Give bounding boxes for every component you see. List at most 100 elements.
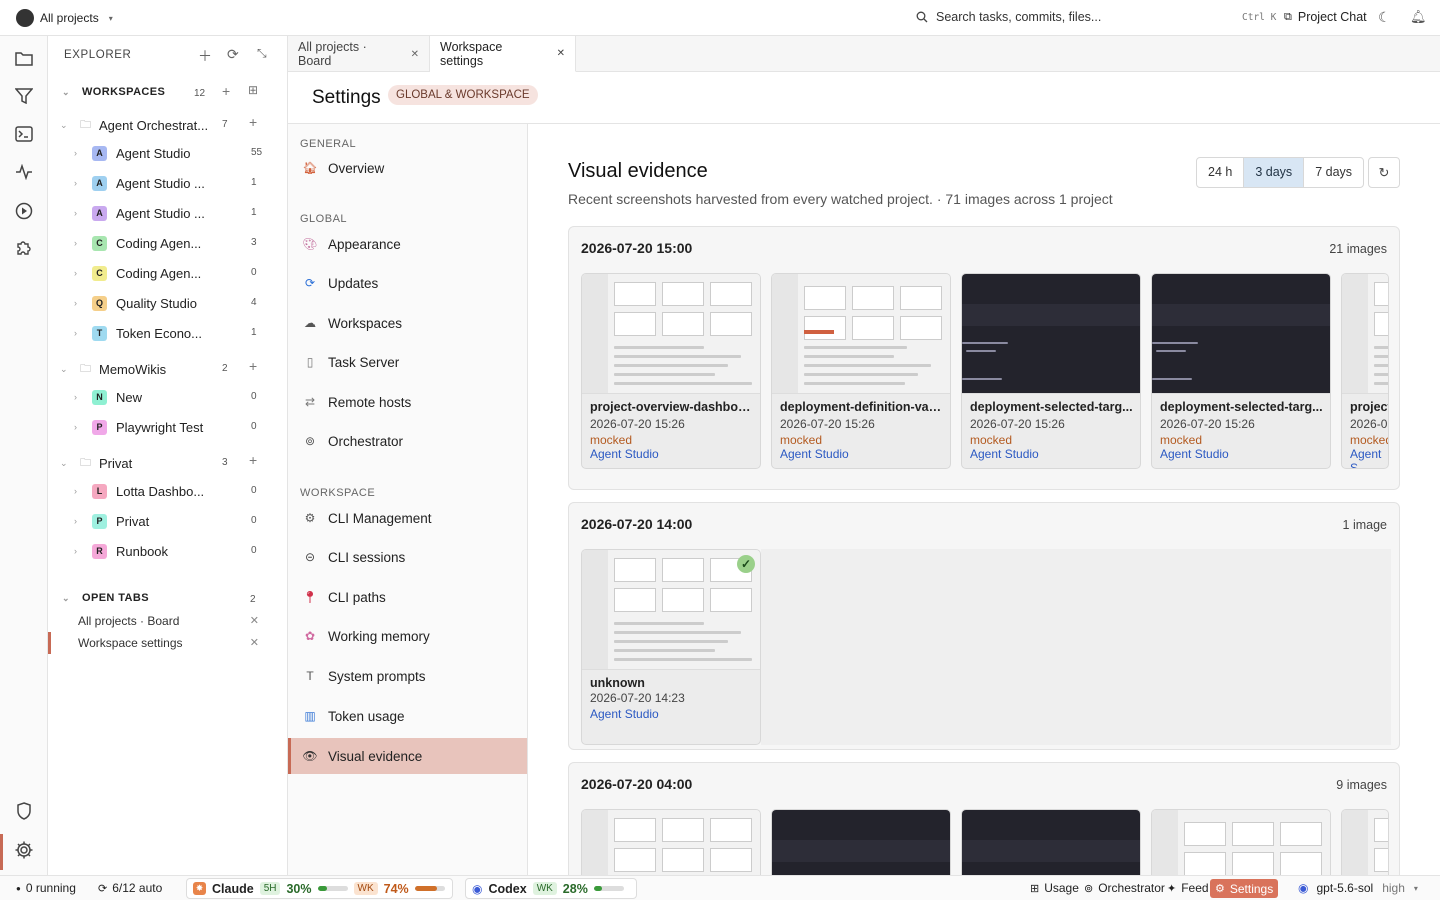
nav-item-overview[interactable]: 🏠︎ Overview bbox=[288, 150, 527, 186]
nav-item-orchestrator[interactable]: ⊚ Orchestrator bbox=[288, 423, 527, 459]
collapse-icon[interactable]: ⤡ bbox=[257, 46, 267, 61]
running-status[interactable]: ● 0 running bbox=[16, 881, 76, 895]
nav-item-updates[interactable]: ⟳ Updates bbox=[288, 265, 527, 301]
range-option[interactable]: 7 days bbox=[1304, 158, 1363, 187]
add-icon[interactable]: ＋ bbox=[198, 46, 212, 66]
close-icon[interactable]: ✕ bbox=[250, 632, 259, 654]
evidence-card[interactable] bbox=[771, 809, 951, 875]
nav-item-cli-sessions[interactable]: ⊝ CLI sessions bbox=[288, 539, 527, 575]
shield-icon[interactable] bbox=[13, 802, 35, 824]
workspace-item[interactable]: › C Coding Agen... bbox=[74, 263, 201, 283]
workspace-item[interactable]: › P Privat bbox=[74, 511, 149, 531]
workspace-group[interactable]: ⌄ 🗀 Agent Orchestrat... bbox=[60, 116, 208, 135]
nav-item-cli-paths[interactable]: 📍︎ CLI paths bbox=[288, 579, 527, 615]
workspace-group[interactable]: ⌄ 🗀 Privat bbox=[60, 454, 132, 473]
workspace-item[interactable]: › C Coding Agen... bbox=[74, 233, 201, 253]
card-project-link[interactable]: Agent Studio bbox=[970, 447, 1039, 461]
activity-icon[interactable] bbox=[13, 163, 35, 186]
evidence-card[interactable]: ✓ unknown 2026-07-20 14:23 Agent Studio bbox=[581, 549, 761, 745]
add-project-icon[interactable]: + bbox=[249, 452, 257, 468]
nav-item-token-usage[interactable]: ▥ Token usage bbox=[288, 698, 527, 734]
screenshot-thumbnail[interactable] bbox=[962, 274, 1140, 394]
open-tabs-section-header[interactable]: ⌄ OPEN TABS bbox=[62, 592, 149, 604]
nav-item-system-prompts[interactable]: T System prompts bbox=[288, 658, 527, 694]
evidence-card[interactable]: deployment-definition-vali... 2026-07-20 … bbox=[771, 273, 951, 469]
evidence-card[interactable]: project-overview-dashboa... 2026-07-20 15… bbox=[581, 273, 761, 469]
nav-item-appearance[interactable]: 🎨︎ Appearance bbox=[288, 226, 527, 262]
workspace-item[interactable]: › T Token Econo... bbox=[74, 323, 202, 343]
evidence-card[interactable]: project- 2026-0 mockedAgent S bbox=[1341, 273, 1389, 469]
card-project-link[interactable]: Agent Studio bbox=[590, 707, 659, 721]
nav-item-remote-hosts[interactable]: ⇄ Remote hosts bbox=[288, 384, 527, 420]
workspace-item[interactable]: › A Agent Studio ... bbox=[74, 203, 205, 223]
workspace-item[interactable]: › P Playwright Test bbox=[74, 417, 203, 437]
project-switcher[interactable]: All projects ▾ bbox=[16, 9, 113, 27]
workspace-item[interactable]: › A Agent Studio bbox=[74, 143, 190, 163]
gear-icon[interactable] bbox=[13, 840, 35, 862]
play-icon[interactable] bbox=[13, 202, 35, 224]
project-chat-button[interactable]: ⧉ Project Chat bbox=[1284, 10, 1367, 24]
evidence-card[interactable] bbox=[1341, 809, 1389, 875]
screenshot-thumbnail[interactable] bbox=[582, 810, 760, 875]
puzzle-icon[interactable] bbox=[13, 238, 35, 260]
open-tab-item-active[interactable]: Workspace settings ✕ bbox=[48, 632, 287, 654]
settings-link[interactable]: ⚙ Settings bbox=[1210, 879, 1279, 898]
screenshot-thumbnail[interactable] bbox=[772, 810, 950, 875]
tab-workspace-settings[interactable]: Workspace settings ✕ bbox=[430, 36, 576, 72]
screenshot-thumbnail[interactable] bbox=[1342, 274, 1388, 394]
nav-item-working-memory[interactable]: ✿ Working memory bbox=[288, 618, 527, 654]
close-icon[interactable]: ✕ bbox=[557, 48, 565, 59]
add-workspace-icon[interactable]: + bbox=[222, 83, 230, 99]
screenshot-thumbnail[interactable] bbox=[1152, 810, 1330, 875]
card-project-link[interactable]: Agent Studio bbox=[590, 447, 659, 461]
workspace-item[interactable]: › Q Quality Studio bbox=[74, 293, 197, 313]
evidence-card[interactable] bbox=[581, 809, 761, 875]
theme-toggle-icon[interactable]: ☾ bbox=[1378, 9, 1391, 26]
search-box[interactable]: Search tasks, commits, files... bbox=[916, 10, 1101, 24]
refresh-button[interactable]: ↻ bbox=[1368, 157, 1400, 188]
card-project-link[interactable]: Agent Studio bbox=[780, 447, 849, 461]
screenshot-thumbnail[interactable] bbox=[1342, 810, 1388, 875]
usage-link[interactable]: ⊞ Usage bbox=[1030, 881, 1079, 895]
open-tab-item[interactable]: All projects · Board ✕ bbox=[48, 610, 287, 632]
close-icon[interactable]: ✕ bbox=[411, 49, 419, 60]
range-option[interactable]: 3 days bbox=[1244, 158, 1305, 187]
card-project-link[interactable]: Agent Studio bbox=[1160, 447, 1229, 461]
add-project-icon[interactable]: + bbox=[249, 358, 257, 374]
terminal-icon[interactable] bbox=[13, 126, 35, 148]
orchestrator-link[interactable]: ⊚ Orchestrator bbox=[1084, 881, 1165, 895]
folder-icon[interactable] bbox=[13, 50, 35, 72]
grid-icon[interactable]: ⊞ bbox=[248, 83, 258, 97]
claude-usage-chip[interactable]: ✸ Claude 5H 30% WK 74% bbox=[186, 878, 453, 899]
workspace-item[interactable]: › A Agent Studio ... bbox=[74, 173, 205, 193]
card-project-link[interactable]: Agent S bbox=[1350, 447, 1388, 468]
close-icon[interactable]: ✕ bbox=[250, 610, 259, 632]
feed-link[interactable]: ✦ Feed bbox=[1167, 881, 1209, 895]
filter-icon[interactable] bbox=[13, 88, 35, 110]
tab-board[interactable]: All projects · Board ✕ bbox=[288, 36, 430, 72]
evidence-card[interactable]: deployment-selected-targ... 2026-07-20 15… bbox=[961, 273, 1141, 469]
screenshot-thumbnail[interactable] bbox=[582, 550, 760, 670]
workspace-item[interactable]: › L Lotta Dashbo... bbox=[74, 481, 204, 501]
evidence-card[interactable] bbox=[1151, 809, 1331, 875]
evidence-card[interactable]: deployment-selected-targ... 2026-07-20 15… bbox=[1151, 273, 1331, 469]
nav-item-cli-management[interactable]: ⚙ CLI Management bbox=[288, 500, 527, 536]
screenshot-thumbnail[interactable] bbox=[772, 274, 950, 394]
screenshot-thumbnail[interactable] bbox=[582, 274, 760, 394]
workspaces-section-header[interactable]: ⌄ WORKSPACES bbox=[62, 86, 165, 98]
range-option[interactable]: 24 h bbox=[1197, 158, 1245, 187]
notifications-bell-icon[interactable]: 🔔︎ bbox=[1410, 9, 1427, 25]
workspace-item[interactable]: › R Runbook bbox=[74, 541, 168, 561]
screenshot-thumbnail[interactable] bbox=[962, 810, 1140, 875]
nav-item-task-server[interactable]: ▯ Task Server bbox=[288, 344, 527, 380]
codex-usage-chip[interactable]: ◉ Codex WK 28% bbox=[465, 878, 637, 899]
evidence-card[interactable] bbox=[961, 809, 1141, 875]
workspace-item[interactable]: › N New bbox=[74, 387, 142, 407]
auto-status[interactable]: ⟳ 6/12 auto bbox=[98, 881, 162, 895]
nav-item-workspaces[interactable]: ☁ Workspaces bbox=[288, 305, 527, 341]
refresh-icon[interactable]: ⟳ bbox=[227, 46, 239, 63]
add-project-icon[interactable]: + bbox=[249, 114, 257, 130]
model-selector[interactable]: ◉ gpt-5.6-sol high ▾ bbox=[1298, 881, 1418, 895]
workspace-group[interactable]: ⌄ 🗀 MemoWikis bbox=[60, 360, 166, 379]
screenshot-thumbnail[interactable] bbox=[1152, 274, 1330, 394]
